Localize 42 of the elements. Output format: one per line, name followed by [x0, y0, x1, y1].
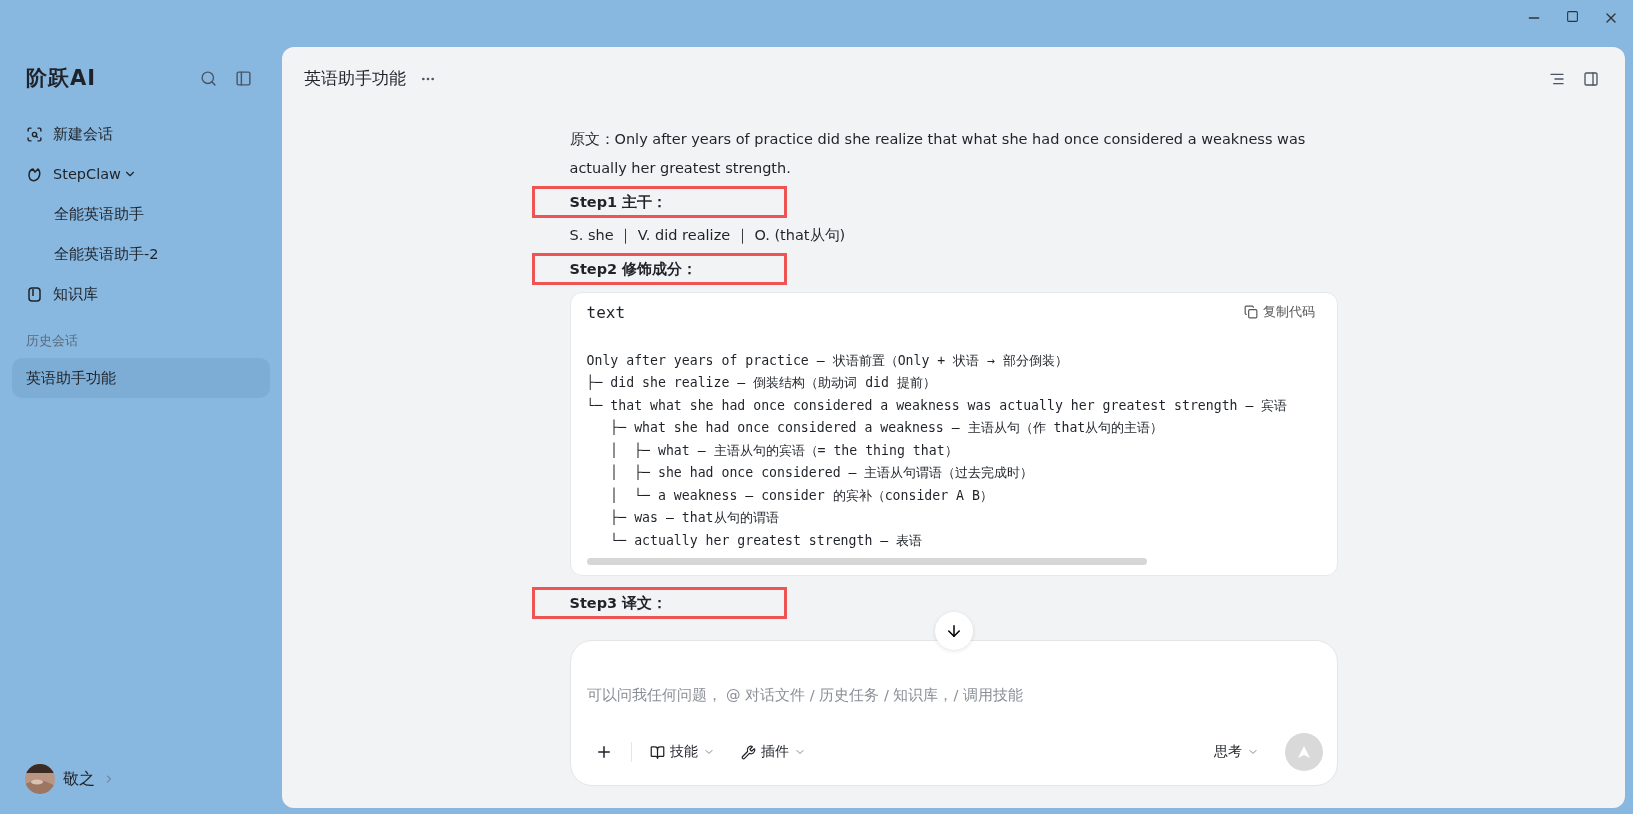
wrench-icon: [740, 744, 756, 760]
maximize-icon[interactable]: [1566, 10, 1579, 23]
book-icon: [649, 744, 665, 760]
copy-icon: [1243, 305, 1258, 320]
code-line: ├─ what she had once considered a weakness — 主语从句（作 that从句的主语）: [609, 418, 1165, 438]
sidebar-item[interactable]: StepClaw: [12, 154, 270, 194]
sidebar-item[interactable]: 知识库: [12, 274, 270, 314]
history-item[interactable]: 英语助手功能: [12, 358, 270, 398]
code-line: └─ actually her greatest strength — 表语: [609, 531, 924, 550]
brand-name: 阶跃AI: [26, 65, 98, 92]
send-icon: [1296, 745, 1311, 760]
user-name[interactable]: 敬之: [63, 768, 95, 790]
sidebar-item[interactable]: 新建会话: [12, 114, 270, 154]
code-line: ├─ was — that从句的谓语: [609, 508, 780, 528]
scrollbar[interactable]: [586, 558, 1147, 566]
chat-title: 英语助手功能: [304, 68, 406, 90]
message-composer[interactable]: 可以问我任何问题， @ 对话文件 / 历史任务 / 知识库，/ 调用技能 技能 插件 思考: [569, 639, 1338, 787]
tool-button[interactable]: 技能: [641, 739, 723, 766]
step-heading: Step1 主干：: [569, 193, 668, 210]
code-line: │ ├─ what — 主语从句的宾语（= the thing that）: [609, 441, 959, 460]
code-line: │ ├─ she had once considered — 主语从句谓语（过去完成时）: [609, 463, 1035, 483]
scroll-down-button[interactable]: [934, 612, 973, 650]
code-line: └─ that what she had once considered a weakness was actually her greatest strength — 宾语: [586, 396, 1289, 415]
code-line: ├─ did she realize — 倒装结构（助动词 did 提前）: [586, 373, 937, 393]
sidebar-item[interactable]: 全能英语助手-2: [12, 234, 270, 274]
notebook-icon: [26, 285, 43, 303]
code-line: Only after years of practice — 状语前置（Only + 状语 → 部分倒装）: [586, 351, 1070, 370]
copy-code-button[interactable]: 复制代码: [1237, 302, 1321, 322]
message-text: 原文：Only after years of practice did she realize that what she had once considered a weakness was actually her greatest strength.: [569, 129, 1307, 178]
step-heading: Step2 修饰成分：: [569, 260, 698, 277]
mode-dropdown[interactable]: 思考: [1205, 739, 1267, 766]
sidebar-item[interactable]: 全能英语助手: [12, 194, 270, 234]
code-language: text: [586, 302, 627, 322]
lines-icon: [1549, 71, 1565, 87]
section-heading: 历史会话: [25, 332, 79, 350]
message-text: S. she ｜ V. did realize ｜ O. (that从句): [569, 225, 847, 246]
tool-button[interactable]: 插件: [732, 739, 814, 766]
code-line: │ └─ a weakness — consider 的宾补（consider A B）: [609, 486, 994, 505]
sidebar-icon: [1583, 71, 1599, 87]
search-icon: [200, 69, 217, 87]
sidebar-icon: [235, 69, 252, 87]
step-heading: Step3 译文：: [569, 595, 668, 612]
